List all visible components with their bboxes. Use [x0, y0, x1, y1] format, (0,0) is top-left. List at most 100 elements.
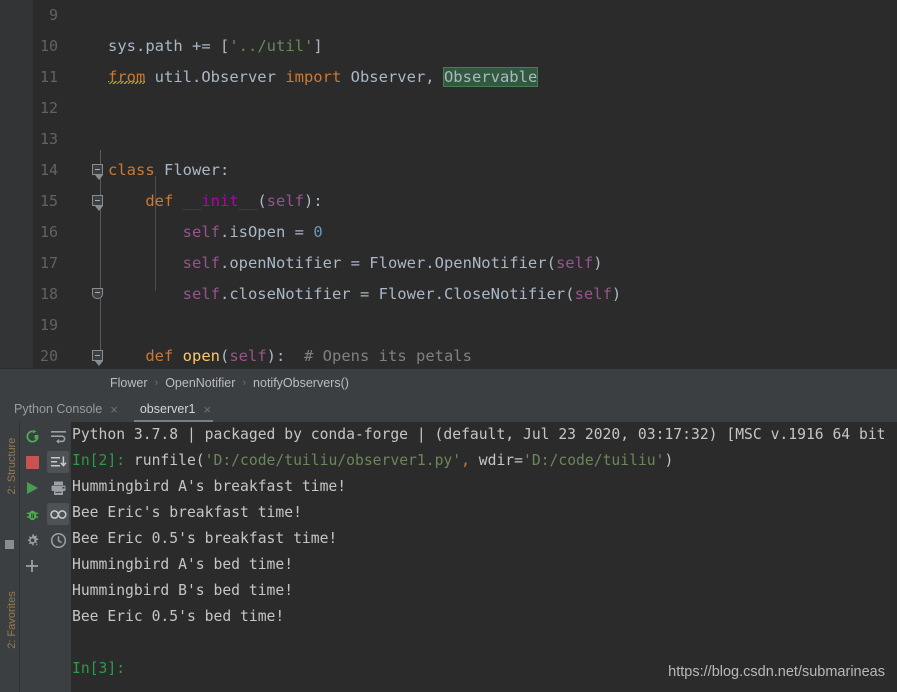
console-tab-observer1[interactable]: observer1 × — [126, 396, 219, 422]
fold-column[interactable] — [92, 217, 108, 248]
watermark-text: https://blog.csdn.net/submarineas — [668, 664, 885, 680]
code-line[interactable]: 15 def __init__(self): — [0, 186, 897, 217]
rail-label-structure[interactable]: 2: Structure — [6, 431, 18, 501]
code-line[interactable]: 17 self.openNotifier = Flower.OpenNotifi… — [0, 248, 897, 279]
console-text: 'D:/code/tuiliu/observer1.py' — [204, 452, 462, 469]
console-text: runfile( — [133, 452, 205, 469]
run-toolbar[interactable] — [20, 422, 44, 692]
settings-gear-icon[interactable] — [21, 529, 43, 551]
run-icon[interactable] — [21, 477, 43, 499]
fold-region-end-icon[interactable] — [92, 288, 103, 299]
code-token: self — [266, 192, 304, 210]
code-line[interactable]: 18 self.closeNotifier = Flower.CloseNoti… — [0, 279, 897, 310]
code-token: ( — [257, 192, 267, 210]
console-line: Bee Eric 0.5's bed time! — [72, 604, 284, 630]
console-text: Bee Eric's breakfast time! — [72, 504, 302, 521]
fold-column[interactable] — [92, 155, 108, 186]
code-editor[interactable]: 9 10 sys.path += ['../util'] 11 from util.Ob… — [0, 0, 897, 368]
code-token: self — [555, 254, 594, 272]
code-token: += — [192, 37, 220, 55]
console-tab-python-console[interactable]: Python Console × — [0, 396, 126, 422]
code-text[interactable]: class Flower: — [108, 155, 229, 186]
infinity-icon[interactable] — [47, 503, 69, 525]
line-number: 16 — [39, 223, 58, 241]
console-tab-bar[interactable]: Python Console × observer1 × — [0, 396, 897, 422]
soft-wrap-icon[interactable] — [47, 425, 69, 447]
ide-window: 9 10 sys.path += ['../util'] 11 from util.Ob… — [0, 0, 897, 692]
line-number: 13 — [39, 130, 58, 148]
scroll-to-end-icon[interactable] — [47, 451, 69, 473]
console-output[interactable]: Python 3.7.8 | packaged by conda-forge |… — [72, 422, 897, 692]
console-prompt: In[2]: — [72, 452, 134, 469]
plus-icon[interactable] — [21, 555, 43, 577]
fold-column[interactable] — [92, 62, 108, 93]
python-console-panel: 2: Structure 2: Favorites Python 3.7.8 |… — [0, 422, 897, 692]
debug-icon[interactable] — [21, 503, 43, 525]
code-text[interactable]: def open(self): # Opens its petals — [108, 341, 472, 368]
search-match-highlight: Observable — [442, 67, 539, 87]
code-line[interactable]: 20 def open(self): # Opens its petals — [0, 341, 897, 368]
code-token: [ — [220, 37, 230, 55]
code-line[interactable]: 13 — [0, 124, 897, 155]
code-line[interactable]: 14 class Flower: — [0, 155, 897, 186]
code-token: 0 — [313, 223, 323, 241]
history-clock-icon[interactable] — [47, 529, 69, 551]
code-text[interactable]: self.openNotifier = Flower.OpenNotifier(… — [108, 248, 603, 279]
code-line[interactable]: 9 — [0, 0, 897, 31]
code-text[interactable]: from util.Observer import Observer, Obse… — [108, 62, 539, 93]
breadcrumb-item-2[interactable]: notifyObservers() — [253, 376, 349, 390]
fold-collapse-icon[interactable] — [92, 350, 103, 361]
breadcrumb-item-1[interactable]: OpenNotifier — [165, 376, 235, 390]
fold-column[interactable] — [92, 31, 108, 62]
fold-column[interactable] — [92, 279, 108, 310]
fold-column[interactable] — [92, 93, 108, 124]
code-line[interactable]: 16 self.isOpen = 0 — [0, 217, 897, 248]
code-text[interactable]: def __init__(self): — [108, 186, 323, 217]
fold-collapse-icon[interactable] — [92, 164, 103, 175]
code-token: from — [108, 68, 146, 86]
fold-column[interactable] — [92, 341, 108, 368]
print-icon[interactable] — [47, 477, 69, 499]
close-icon[interactable]: × — [203, 403, 211, 416]
code-line[interactable]: 12 — [0, 93, 897, 124]
fold-column[interactable] — [92, 186, 108, 217]
line-number: 14 — [39, 161, 58, 179]
rail-label-favorites[interactable]: 2: Favorites — [6, 585, 18, 655]
stop-icon[interactable] — [21, 451, 43, 473]
code-token: .openNotifier = Flower.OpenNotifier( — [219, 254, 556, 272]
code-token: .isOpen = — [219, 223, 314, 241]
code-token: util.Observer — [145, 68, 286, 86]
code-token: ) — [611, 285, 622, 303]
fold-column[interactable] — [92, 310, 108, 341]
code-text[interactable]: self.closeNotifier = Flower.CloseNotifie… — [108, 279, 622, 310]
fold-column[interactable] — [92, 124, 108, 155]
code-token: self — [229, 347, 267, 365]
code-text[interactable]: sys.path += ['../util'] — [108, 31, 323, 62]
code-token: ( — [220, 347, 230, 365]
code-line[interactable]: 19 — [0, 310, 897, 341]
fold-column[interactable] — [92, 0, 108, 31]
breadcrumb[interactable]: Flower › OpenNotifier › notifyObservers(… — [0, 368, 897, 396]
console-text: Hummingbird A's breakfast time! — [72, 478, 347, 495]
line-number: 19 — [39, 316, 58, 334]
console-text: Hummingbird B's bed time! — [72, 582, 294, 599]
code-line[interactable]: 11 from util.Observer import Observer, Ob… — [0, 62, 897, 93]
line-number: 11 — [39, 68, 58, 86]
code-line[interactable]: 10 sys.path += ['../util'] — [0, 31, 897, 62]
close-icon[interactable]: × — [110, 403, 118, 416]
tool-window-rail[interactable]: 2: Structure 2: Favorites — [0, 422, 20, 692]
line-number: 20 — [39, 347, 58, 365]
console-toolbar[interactable] — [44, 422, 72, 692]
code-text[interactable]: self.isOpen = 0 — [108, 217, 323, 248]
code-token: ): — [304, 192, 323, 210]
fold-column[interactable] — [92, 248, 108, 279]
breadcrumb-item-0[interactable]: Flower — [110, 376, 148, 390]
console-text: ) — [664, 452, 674, 469]
code-token: self — [574, 285, 612, 303]
fold-collapse-icon[interactable] — [92, 195, 103, 206]
code-lines[interactable]: 9 10 sys.path += ['../util'] 11 from util.Ob… — [0, 0, 897, 368]
rerun-icon[interactable] — [21, 425, 43, 447]
